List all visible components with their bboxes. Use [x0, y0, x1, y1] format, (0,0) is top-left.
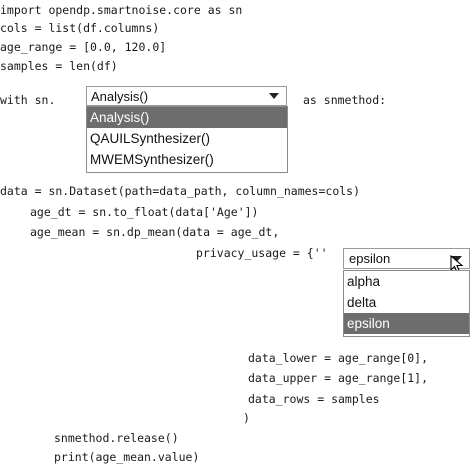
triangle-down-icon[interactable] — [266, 89, 282, 103]
metric-option-delta[interactable]: delta — [344, 292, 469, 313]
code-line-samples: samples = len(df) — [0, 59, 118, 73]
code-line-data-rows: data_rows = samples — [248, 392, 380, 406]
method-dropdown[interactable]: Analysis() — [86, 86, 287, 106]
code-line-data-upper: data_upper = age_range[1], — [248, 371, 429, 385]
code-line-with-prefix: with sn. — [0, 93, 56, 107]
code-line-import: import opendp.smartnoise.core as sn — [0, 3, 243, 17]
privacy-metric-dropdown[interactable]: epsilon — [343, 248, 470, 274]
method-option-qauil-synthesizer[interactable]: QAUILSynthesizer() — [87, 128, 287, 149]
code-line-with-suffix: as snmethod: — [303, 93, 387, 107]
code-line-privacy-usage: privacy_usage = {'' — [196, 246, 328, 260]
privacy-metric-dropdown-value: epsilon — [349, 251, 391, 266]
metric-option-alpha[interactable]: alpha — [344, 271, 469, 292]
code-line-close-paren: ) — [243, 411, 250, 425]
method-dropdown-list: Analysis() QAUILSynthesizer() MWEMSynthe… — [86, 106, 288, 173]
code-line-age-range: age_range = [0.0, 120.0] — [0, 40, 167, 54]
code-line-print: print(age_mean.value) — [54, 450, 200, 464]
code-line-release: snmethod.release() — [54, 431, 179, 445]
metric-option-epsilon[interactable]: epsilon — [344, 313, 469, 334]
code-line-age-mean: age_mean = sn.dp_mean(data = age_dt, — [30, 225, 280, 239]
privacy-metric-dropdown-list: alpha delta epsilon — [343, 270, 470, 337]
code-line-data-lower: data_lower = age_range[0], — [248, 351, 429, 365]
method-dropdown-value: Analysis() — [91, 89, 149, 104]
code-line-dataset: data = sn.Dataset(path=data_path, column… — [0, 184, 361, 198]
method-option-mwem-synthesizer[interactable]: MWEMSynthesizer() — [87, 149, 287, 170]
code-line-cols: cols = list(df.columns) — [0, 21, 160, 35]
method-option-analysis[interactable]: Analysis() — [87, 107, 287, 128]
code-line-age-dt: age_dt = sn.to_float(data['Age']) — [30, 205, 259, 219]
